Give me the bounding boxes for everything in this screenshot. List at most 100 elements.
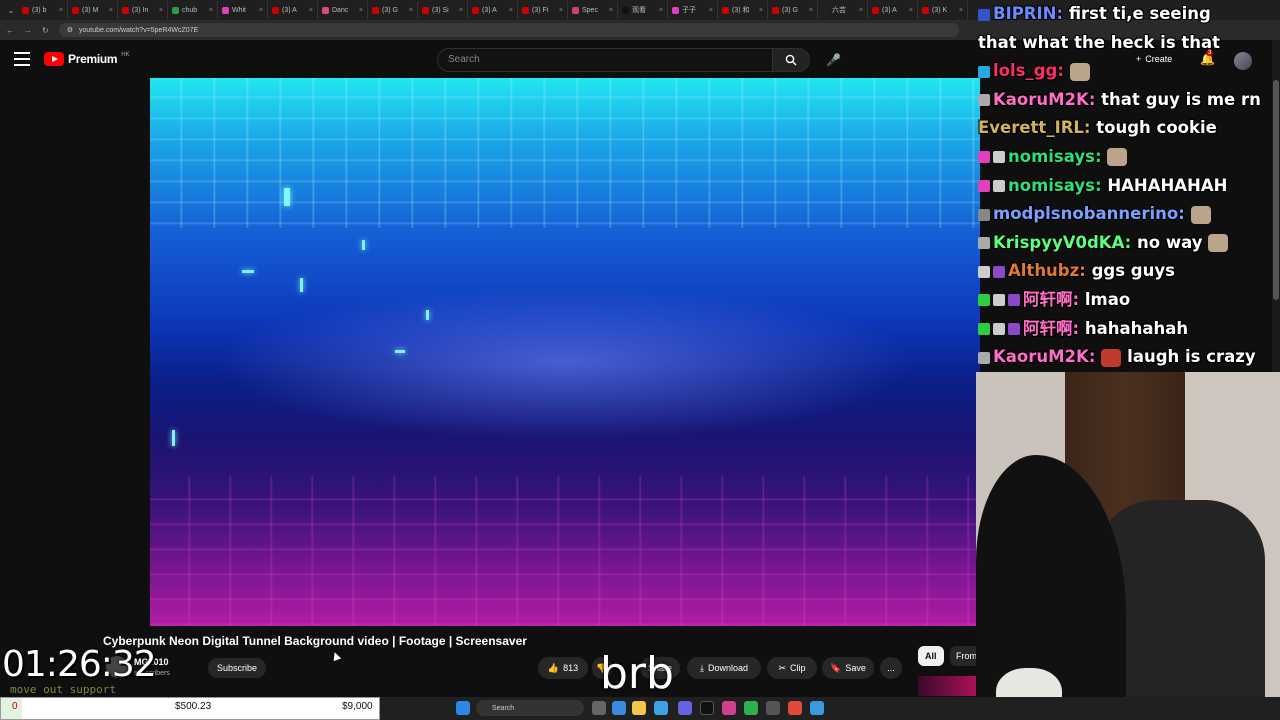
video-player[interactable] (150, 78, 980, 626)
tab-close-icon[interactable]: × (759, 7, 763, 14)
tiktok-icon[interactable] (700, 701, 714, 715)
browser-tab[interactable]: chub × (168, 1, 218, 19)
chat-badge-icon (993, 180, 1005, 193)
app-icon[interactable] (722, 701, 736, 715)
taskbar-search[interactable]: Search (476, 700, 584, 716)
menu-icon[interactable] (14, 52, 30, 66)
tab-close-icon[interactable]: × (359, 7, 363, 14)
chat-message: Everett_IRL: tough cookie (976, 114, 1280, 143)
chat-badge-icon (993, 294, 1005, 307)
download-button[interactable]: ⤓ Download (687, 657, 761, 679)
task-view-icon[interactable] (592, 701, 606, 715)
tab-close-icon[interactable]: × (659, 7, 663, 14)
copilot-icon[interactable] (612, 701, 626, 715)
browser-tab[interactable]: (3) A × (468, 1, 518, 19)
tab-close-icon[interactable]: × (709, 7, 713, 14)
tab-title: 观看 (632, 7, 646, 14)
chat-username: Althubz: (1008, 261, 1092, 281)
teams-icon[interactable] (678, 701, 692, 715)
reload-icon[interactable]: ↻ (42, 26, 49, 35)
browser-tab[interactable]: (3) G × (368, 1, 418, 19)
chat-message: lols_gg: (976, 57, 1280, 86)
browser-tab[interactable]: (3) b × (18, 1, 68, 19)
chat-username: nomisays: (1008, 175, 1108, 195)
browser-tab[interactable]: 六芸 × (818, 1, 868, 19)
download-label: Download (707, 663, 748, 673)
chat-emote-icon (1107, 148, 1128, 167)
clip-button[interactable]: ✂ Clip (767, 657, 817, 679)
browser-tab[interactable]: 子子 × (668, 1, 718, 19)
chat-text: lmao (1084, 289, 1131, 309)
chat-message: KaoruM2K: that guy is me rn (976, 86, 1280, 115)
tab-search-icon[interactable]: ⌄ (4, 6, 18, 15)
chat-badge-icon (978, 94, 990, 107)
tab-favicon-icon (772, 6, 779, 14)
windows-start-icon[interactable] (456, 701, 470, 715)
tab-close-icon[interactable]: × (959, 7, 963, 14)
tab-close-icon[interactable]: × (109, 7, 113, 14)
tab-close-icon[interactable]: × (59, 7, 63, 14)
search-input[interactable]: Search (437, 48, 773, 72)
filter-chip-all[interactable]: All (918, 646, 944, 666)
chat-badge-icon (978, 323, 990, 336)
browser-tab[interactable]: (3) M × (68, 1, 118, 19)
chat-message: nomisays: HAHAHAHAH (976, 172, 1280, 201)
microphone-icon[interactable]: 🎤 (826, 53, 841, 67)
tab-close-icon[interactable]: × (309, 7, 313, 14)
more-actions-button[interactable]: ... (880, 657, 902, 679)
chat-badge-icon (978, 180, 990, 193)
tab-favicon-icon (372, 6, 379, 14)
browser-tab[interactable]: (3) 和 × (718, 1, 768, 19)
tab-close-icon[interactable]: × (809, 7, 813, 14)
region-code: HK (121, 52, 130, 58)
tab-close-icon[interactable]: × (559, 7, 563, 14)
site-info-icon[interactable]: ⚙ (67, 26, 73, 34)
chat-badge-icon (993, 323, 1005, 336)
thumbs-up-icon: 👍 (547, 662, 560, 673)
browser-tab[interactable]: Whit × (218, 1, 268, 19)
browser-tab[interactable]: (3) G × (768, 1, 818, 19)
browser-tab[interactable]: Spec × (568, 1, 618, 19)
spotify-icon[interactable] (744, 701, 758, 715)
chrome-icon[interactable] (788, 701, 802, 715)
tab-close-icon[interactable]: × (159, 7, 163, 14)
tab-close-icon[interactable]: × (409, 7, 413, 14)
save-button[interactable]: 🔖 Save (822, 657, 874, 679)
browser-tab[interactable]: 观看 × (618, 1, 668, 19)
file-explorer-icon[interactable] (632, 701, 646, 715)
tab-close-icon[interactable]: × (459, 7, 463, 14)
browser-tab[interactable]: Danc × (318, 1, 368, 19)
chat-emote-icon (1190, 205, 1211, 224)
obs-icon[interactable] (766, 701, 780, 715)
tab-close-icon[interactable]: × (509, 7, 513, 14)
browser-tab[interactable]: (3) A × (868, 1, 918, 19)
chat-text: hahahahah (1084, 318, 1189, 338)
edge-icon[interactable] (810, 701, 824, 715)
tab-close-icon[interactable]: × (259, 7, 263, 14)
tab-title: (3) Fi (532, 6, 549, 14)
search-button[interactable] (772, 48, 810, 72)
youtube-logo[interactable]: Premium HK (44, 52, 130, 66)
forward-icon[interactable]: → (24, 26, 32, 35)
address-field[interactable]: ⚙ youtube.com/watch?v=5peR4WcZ07E (58, 23, 959, 37)
like-button[interactable]: 👍 813 (538, 657, 588, 679)
browser-tab[interactable]: (3) K × (918, 1, 968, 19)
browser-tab[interactable]: (3) Si × (418, 1, 468, 19)
recommended-video-thumbnail[interactable] (918, 676, 978, 696)
browser-tab[interactable]: (3) A × (268, 1, 318, 19)
store-icon[interactable] (654, 701, 668, 715)
tab-close-icon[interactable]: × (909, 7, 913, 14)
chat-emote-icon (1208, 234, 1229, 253)
chat-badge-icon (978, 265, 990, 278)
tab-close-icon[interactable]: × (609, 7, 613, 14)
logo-text: Premium (68, 52, 118, 66)
tab-close-icon[interactable]: × (859, 7, 863, 14)
tab-favicon-icon (522, 6, 529, 14)
back-icon[interactable]: ← (6, 26, 14, 35)
chat-badge-icon (978, 208, 990, 221)
subscribe-button[interactable]: Subscribe (208, 658, 266, 678)
browser-tab[interactable]: (3) In × (118, 1, 168, 19)
tab-title: (3) In (132, 6, 149, 14)
browser-tab[interactable]: (3) Fi × (518, 1, 568, 19)
tab-close-icon[interactable]: × (209, 7, 213, 14)
